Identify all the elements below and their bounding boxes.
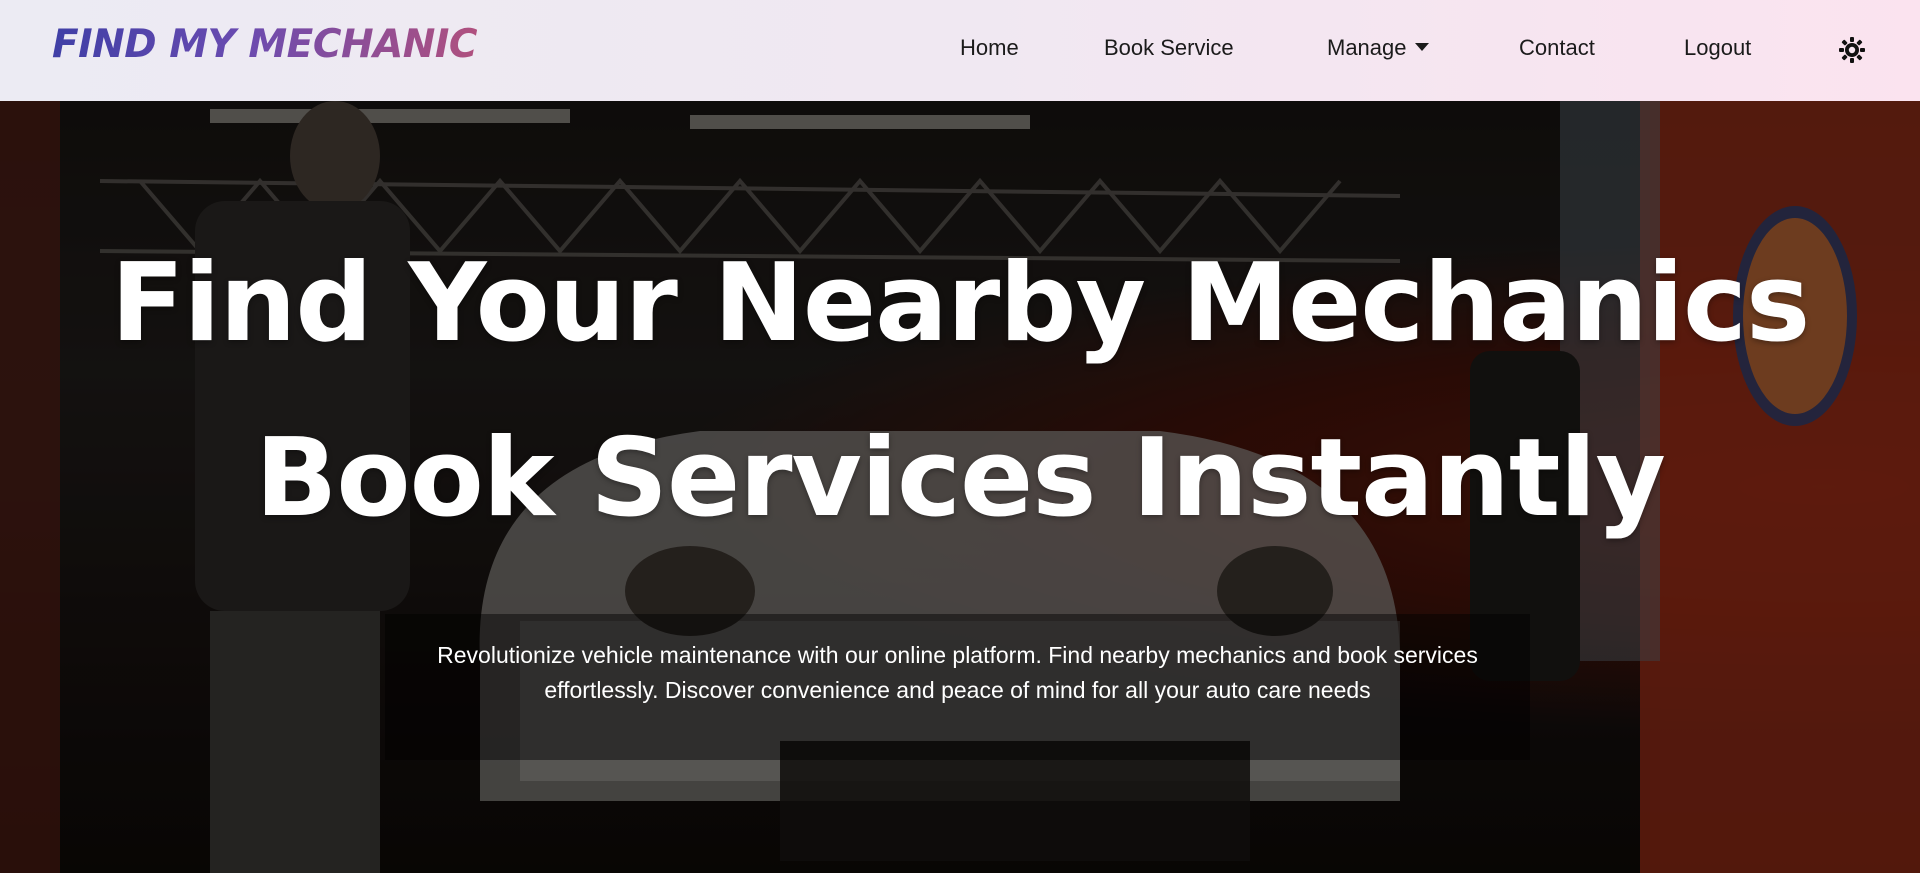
- nav-book-service-link[interactable]: Book Service: [1104, 35, 1234, 61]
- main-nav: Home Book Service Manage Contact Logout: [0, 0, 1920, 101]
- nav-home-link[interactable]: Home: [960, 35, 1019, 61]
- hero-headline-line2: Book Services Instantly: [255, 416, 1666, 541]
- nav-manage-label: Manage: [1327, 35, 1407, 60]
- hero-description: Revolutionize vehicle maintenance with o…: [437, 642, 1478, 703]
- nav-contact-link[interactable]: Contact: [1519, 35, 1595, 61]
- navbar: FIND MY MECHANIC Home Book Service Manag…: [0, 0, 1920, 101]
- nav-logout-link[interactable]: Logout: [1684, 35, 1751, 61]
- sun-icon[interactable]: [1838, 36, 1866, 64]
- nav-manage-dropdown[interactable]: Manage: [1327, 35, 1429, 61]
- hero-headline-line1: Find Your Nearby Mechanics: [110, 241, 1811, 366]
- caret-down-icon: [1414, 43, 1429, 52]
- hero-section: Find Your Nearby Mechanics Book Services…: [0, 101, 1920, 873]
